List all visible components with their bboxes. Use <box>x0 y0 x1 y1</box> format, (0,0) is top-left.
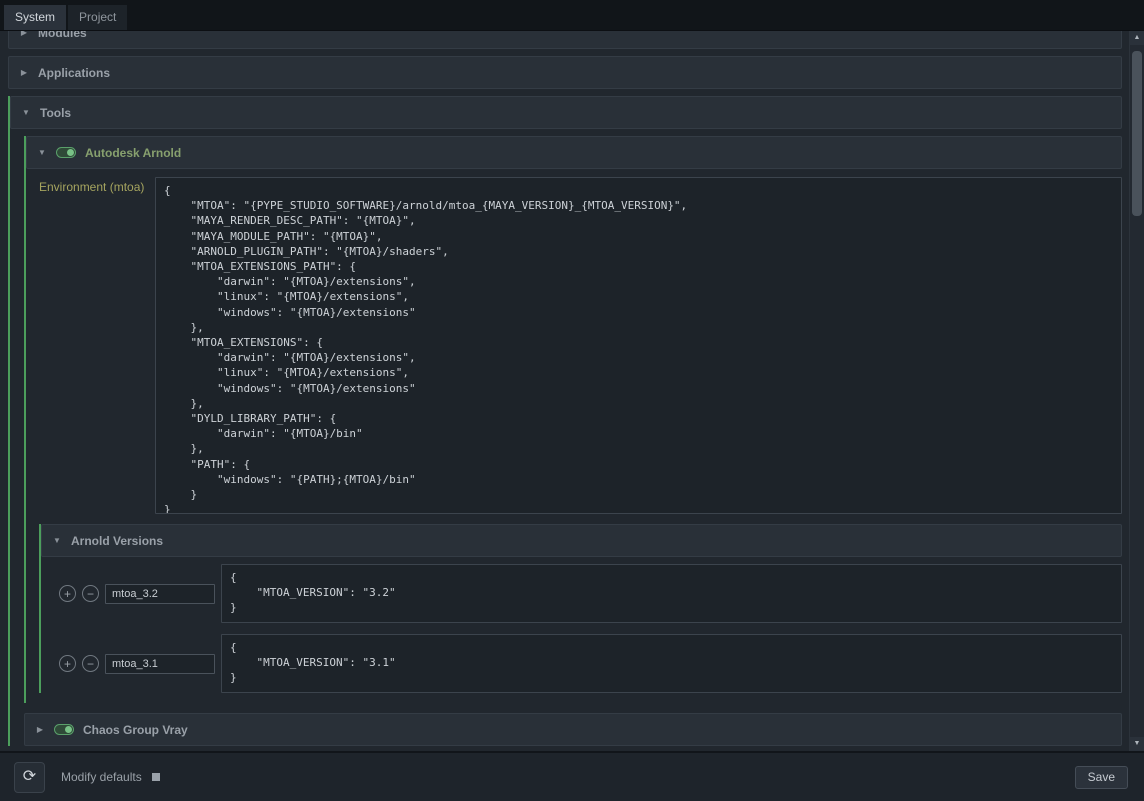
footer-bar: ⟳ Modify defaults Save <box>0 751 1144 801</box>
modify-defaults-label: Modify defaults <box>61 770 142 784</box>
chevron-down-icon: ▼ <box>52 536 62 545</box>
section-arnold-versions: ▼ Arnold Versions + − { "MTOA_VERSION": … <box>39 524 1122 693</box>
tab-system[interactable]: System <box>4 5 66 30</box>
chevron-right-icon: ▶ <box>19 31 29 37</box>
section-tools: ▼ Tools ▼ Autodesk Arnold Environment (m… <box>8 96 1122 746</box>
scroll-down-button[interactable]: ▼ <box>1130 737 1144 751</box>
section-title-modules: Modules <box>38 31 87 40</box>
chevron-right-icon: ▶ <box>35 725 45 734</box>
vertical-scrollbar: ▲ ▼ <box>1129 31 1144 751</box>
environment-json-input[interactable]: { "MTOA": "{PYPE_STUDIO_SOFTWARE}/arnold… <box>155 177 1122 514</box>
arnold-version-row: + − { "MTOA_VERSION": "3.1" } <box>59 634 1122 693</box>
arnold-version-row: + − { "MTOA_VERSION": "3.2" } <box>59 564 1122 623</box>
section-title-autodesk-arnold: Autodesk Arnold <box>85 146 181 160</box>
settings-scroll-area: ▶ Modules ▶ Applications ▼ Tools <box>0 31 1129 751</box>
section-header-tools[interactable]: ▼ Tools <box>10 96 1122 129</box>
modify-defaults-checkbox[interactable] <box>152 773 160 781</box>
settings-window: System Project ▶ Modules ▶ Applications <box>0 0 1144 801</box>
scrollbar-thumb[interactable] <box>1132 51 1142 216</box>
section-header-applications[interactable]: ▶ Applications <box>8 56 1122 89</box>
chevron-down-icon: ▼ <box>37 148 47 157</box>
scrollbar-track[interactable] <box>1130 45 1144 737</box>
autodesk-arnold-body: Environment (mtoa) { "MTOA": "{PYPE_STUD… <box>26 169 1122 703</box>
refresh-button[interactable]: ⟳ <box>14 762 45 793</box>
chevron-right-icon: ▶ <box>19 68 29 77</box>
main-area: ▶ Modules ▶ Applications ▼ Tools <box>0 30 1144 751</box>
version-key-input[interactable] <box>105 654 215 674</box>
add-version-button[interactable]: + <box>59 655 76 672</box>
section-autodesk-arnold: ▼ Autodesk Arnold Environment (mtoa) { "… <box>24 136 1122 703</box>
section-modules: ▶ Modules <box>8 31 1122 49</box>
version-json-input[interactable]: { "MTOA_VERSION": "3.1" } <box>221 634 1122 693</box>
remove-version-button[interactable]: − <box>82 585 99 602</box>
section-header-arnold-versions[interactable]: ▼ Arnold Versions <box>41 524 1122 557</box>
section-chaos-group-vray: ▶ Chaos Group Vray <box>24 713 1122 746</box>
arnold-enabled-toggle-icon[interactable] <box>56 147 76 158</box>
version-key-input[interactable] <box>105 584 215 604</box>
chevron-down-icon: ▼ <box>21 108 31 117</box>
version-json-input[interactable]: { "MTOA_VERSION": "3.2" } <box>221 564 1122 623</box>
environment-label: Environment (mtoa) <box>39 177 151 194</box>
save-button[interactable]: Save <box>1075 766 1128 789</box>
section-title-chaos-group-vray: Chaos Group Vray <box>83 723 188 737</box>
vray-enabled-toggle-icon[interactable] <box>54 724 74 735</box>
section-header-chaos-group-vray[interactable]: ▶ Chaos Group Vray <box>24 713 1122 746</box>
section-header-modules[interactable]: ▶ Modules <box>8 31 1122 49</box>
tab-bar: System Project <box>0 0 1144 30</box>
remove-version-button[interactable]: − <box>82 655 99 672</box>
scroll-up-button[interactable]: ▲ <box>1130 31 1144 45</box>
section-title-applications: Applications <box>38 66 110 80</box>
environment-row: Environment (mtoa) { "MTOA": "{PYPE_STUD… <box>39 177 1122 514</box>
add-version-button[interactable]: + <box>59 585 76 602</box>
section-applications: ▶ Applications <box>8 56 1122 89</box>
section-title-tools: Tools <box>40 106 71 120</box>
tab-project[interactable]: Project <box>68 5 127 30</box>
section-header-autodesk-arnold[interactable]: ▼ Autodesk Arnold <box>26 136 1122 169</box>
section-title-arnold-versions: Arnold Versions <box>71 534 163 548</box>
